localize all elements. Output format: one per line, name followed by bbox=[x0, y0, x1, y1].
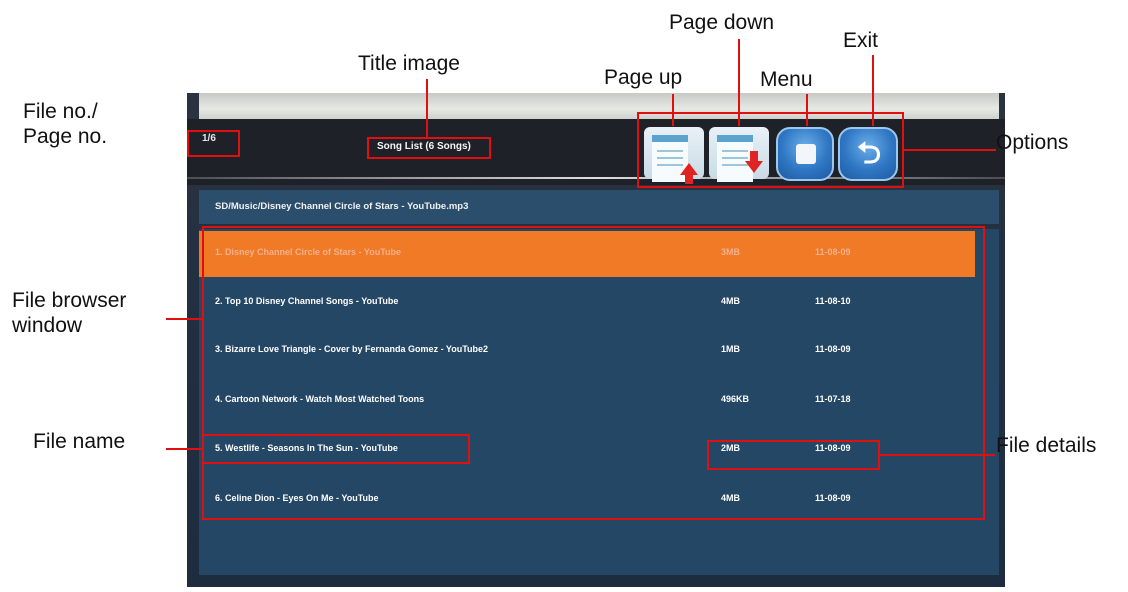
callout-file-browser-line1: File browser bbox=[12, 289, 127, 312]
exit-leader-line bbox=[872, 55, 874, 126]
callout-file-name: File name bbox=[33, 430, 126, 453]
title-highlight-box bbox=[367, 137, 491, 159]
callout-exit: Exit bbox=[843, 29, 879, 52]
callout-file-details: File details bbox=[996, 434, 1097, 457]
callout-page-down: Page down bbox=[669, 11, 775, 34]
callout-file-page-no: File no./ Page no. bbox=[23, 99, 107, 149]
title-leader-line bbox=[426, 79, 428, 139]
callout-file-browser: File browser window bbox=[12, 288, 126, 338]
callout-options: Options bbox=[996, 131, 1069, 154]
page-up-leader-line bbox=[672, 94, 674, 126]
file-name-highlight-box bbox=[202, 434, 470, 464]
callout-file-browser-line2: window bbox=[12, 314, 83, 337]
current-path: SD/Music/Disney Channel Circle of Stars … bbox=[215, 201, 469, 212]
callout-page-no: Page no. bbox=[23, 125, 108, 148]
counter-highlight-box bbox=[187, 130, 240, 157]
callout-menu: Menu bbox=[760, 68, 813, 91]
file-browser-highlight-box bbox=[202, 226, 985, 520]
callout-file-no: File no./ bbox=[23, 100, 98, 123]
options-highlight-box bbox=[637, 112, 904, 188]
file-browser-leader-line bbox=[166, 318, 202, 320]
file-details-highlight-box bbox=[707, 440, 880, 470]
file-details-leader-line bbox=[880, 454, 995, 456]
file-name-leader-line bbox=[166, 448, 202, 450]
callout-page-up: Page up bbox=[604, 66, 683, 89]
options-leader-line bbox=[904, 149, 996, 151]
callout-title-image: Title image bbox=[358, 52, 460, 75]
menu-leader-line bbox=[806, 94, 808, 126]
page-down-leader-line bbox=[738, 39, 740, 126]
